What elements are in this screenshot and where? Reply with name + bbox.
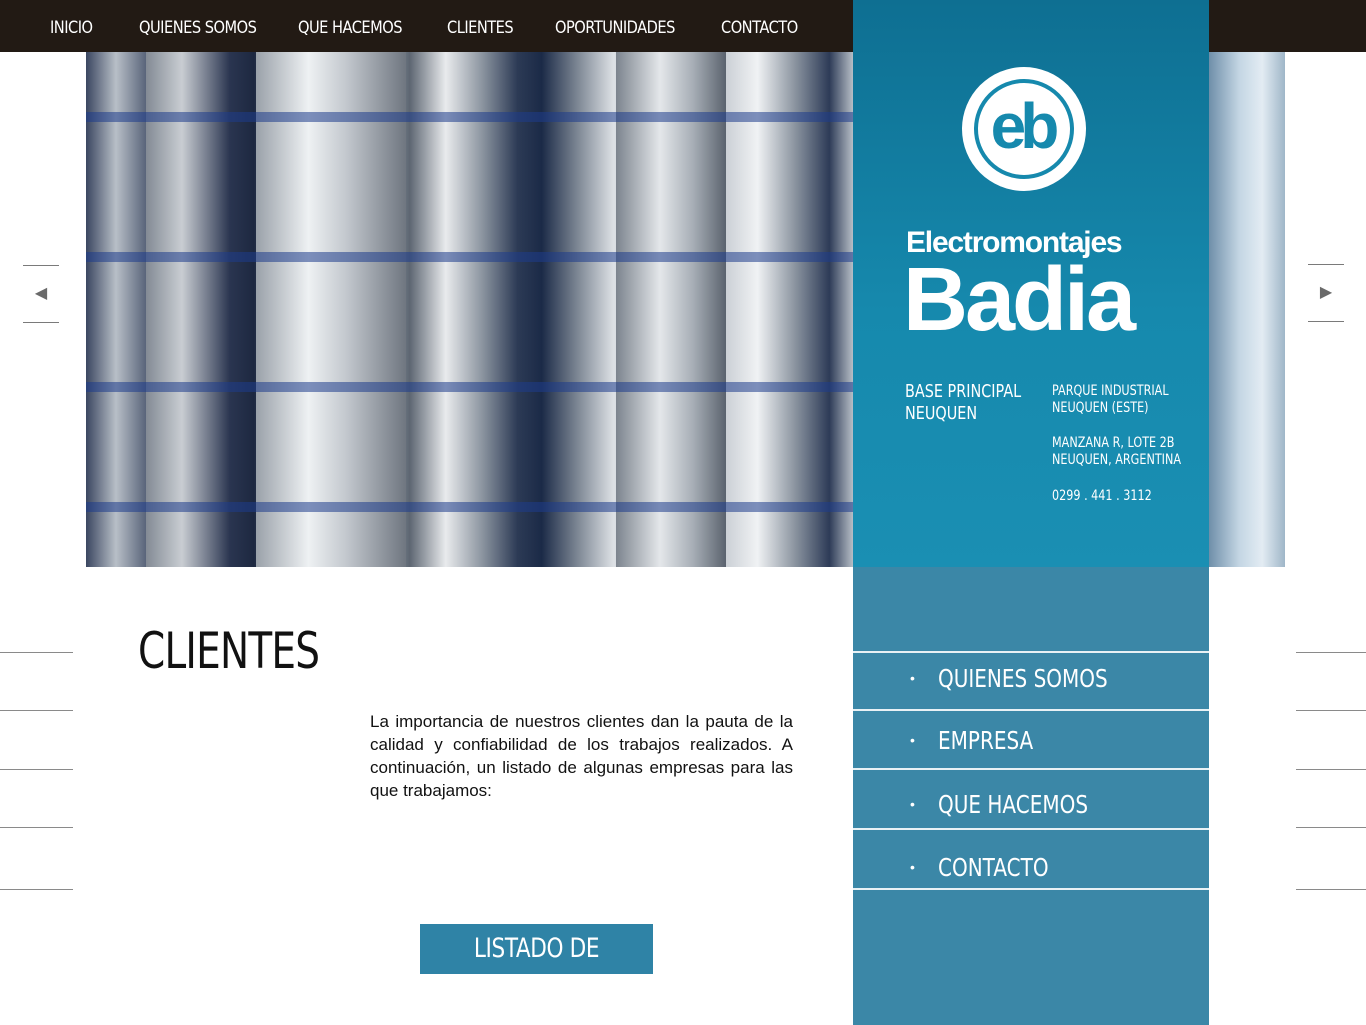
arrow-left-icon: ◀ (34, 285, 48, 302)
divider (1296, 769, 1366, 770)
divider (0, 710, 73, 711)
base-label-line2: NEUQUEN (905, 403, 978, 424)
divider (0, 652, 73, 653)
nav-contacto[interactable]: CONTACTO (721, 0, 798, 52)
page-title-text: CLIENTES (138, 622, 320, 680)
divider (1296, 827, 1366, 828)
svg-text:eb: eb (991, 90, 1058, 162)
bullet-icon: • (910, 732, 915, 748)
pipe-shape (256, 52, 406, 567)
slider-next-button[interactable]: ▶ (1308, 264, 1344, 322)
bullet-icon: • (910, 796, 915, 812)
brand-name-line2: Badia (903, 250, 1136, 350)
address-park-line1: PARQUE INDUSTRIAL (1052, 383, 1169, 399)
pipe-shape (616, 52, 726, 567)
address-park: PARQUE INDUSTRIAL NEUQUEN (ESTE) (1052, 383, 1222, 417)
sidebar-item-empresa[interactable]: • EMPRESA (853, 715, 1209, 774)
address-street-line1: MANZANA R, LOTE 2B (1052, 435, 1175, 451)
company-logo: eb (962, 67, 1086, 191)
pipe-shape (86, 52, 146, 567)
sidebar-item-label: CONTACTO (938, 853, 1049, 882)
sidebar-item-quienes-somos[interactable]: • QUIENES SOMOS (853, 653, 1209, 712)
intro-paragraph: La importancia de nuestros clientes dan … (370, 712, 793, 800)
sidebar-item-label: QUIENES SOMOS (938, 664, 1108, 693)
nav-oportunidades[interactable]: OPORTUNIDADES (555, 0, 675, 52)
divider (0, 769, 73, 770)
nav-quienes-somos[interactable]: QUIENES SOMOS (139, 0, 257, 52)
bullet-icon: • (910, 859, 915, 875)
address-street: MANZANA R, LOTE 2B NEUQUEN, ARGENTINA (1052, 435, 1222, 469)
client-list-button-label: LISTADO DE CLIENTES (473, 933, 600, 964)
nav-clientes[interactable]: CLIENTES (447, 0, 514, 52)
divider (1296, 710, 1366, 711)
divider (0, 827, 73, 828)
sidebar-item-contacto[interactable]: • CONTACTO (853, 842, 1209, 901)
address-street-line2: NEUQUEN, ARGENTINA (1052, 452, 1182, 468)
sidebar-divider (853, 888, 1209, 890)
arrow-right-icon: ▶ (1319, 284, 1333, 301)
sidebar-item-label: EMPRESA (938, 726, 1034, 755)
base-principal-label: BASE PRINCIPAL NEUQUEN (905, 381, 1075, 425)
slider-prev-button[interactable]: ◀ (23, 265, 59, 323)
client-list-button[interactable]: LISTADO DE CLIENTES (420, 924, 653, 974)
phone-text: 0299 . 441 . 3112 (1052, 488, 1152, 504)
nav-que-hacemos[interactable]: QUE HACEMOS (298, 0, 403, 52)
sidebar-item-label: QUE HACEMOS (938, 790, 1089, 819)
divider (0, 889, 73, 890)
base-label-line1: BASE PRINCIPAL (905, 381, 1022, 402)
sidebar-divider (853, 768, 1209, 770)
sidebar-divider (853, 828, 1209, 830)
divider (1296, 889, 1366, 890)
nav-inicio[interactable]: INICIO (50, 0, 93, 52)
page-title: CLIENTES (138, 622, 370, 680)
divider (1296, 652, 1366, 653)
phone-number: 0299 . 441 . 3112 (1052, 488, 1222, 505)
bullet-icon: • (910, 670, 915, 686)
address-park-line2: NEUQUEN (ESTE) (1052, 400, 1149, 416)
sidebar-divider (853, 709, 1209, 711)
